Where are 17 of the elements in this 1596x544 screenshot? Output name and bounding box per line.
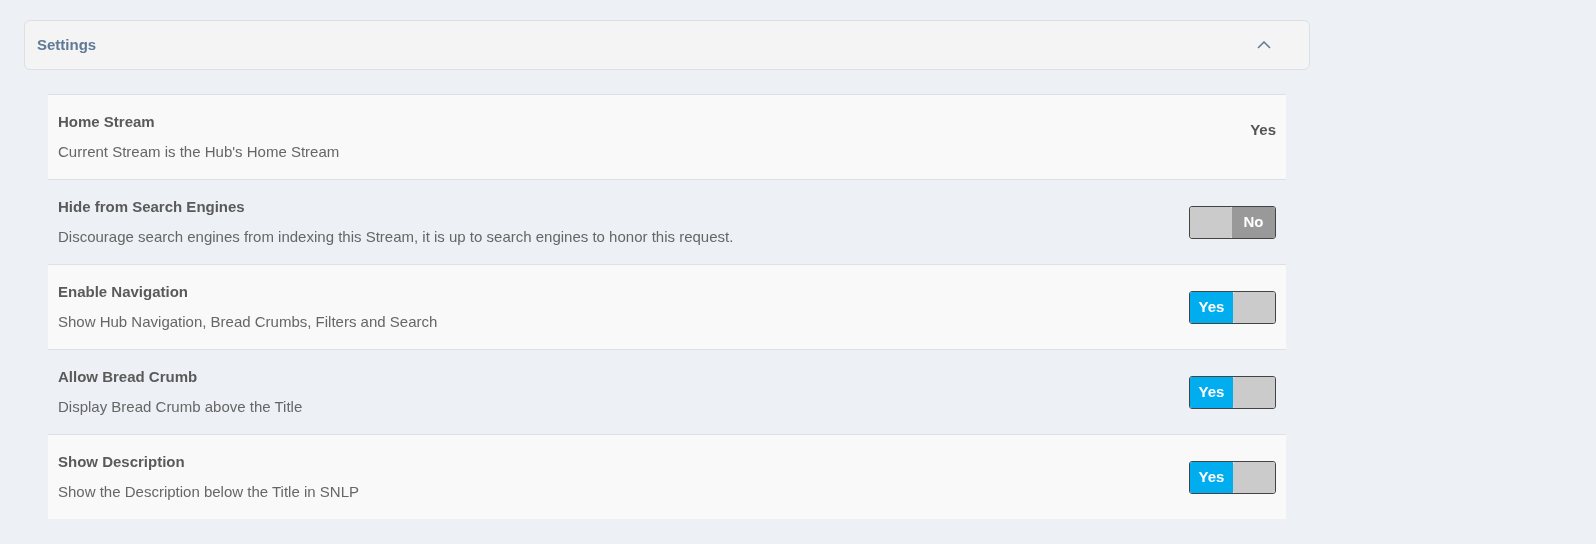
settings-panel-header[interactable]: Settings xyxy=(24,20,1310,70)
setting-label: Enable Navigation xyxy=(58,281,190,302)
setting-description: Show the Description below the Title in SNLP xyxy=(58,482,359,502)
toggle-switch[interactable]: Yes xyxy=(1189,460,1276,494)
setting-value: Yes xyxy=(1250,119,1276,140)
setting-description: Discourage search engines from indexing this Stream, it is up to search engines to honor this request. xyxy=(58,227,734,247)
toggle-switch[interactable]: No xyxy=(1189,205,1276,239)
setting-description: Current Stream is the Hub's Home Stream xyxy=(58,142,340,162)
setting-description: Show Hub Navigation, Bread Crumbs, Filters and Search xyxy=(58,312,438,332)
setting-label: Show Description xyxy=(58,451,186,472)
setting-label: Hide from Search Engines xyxy=(58,196,246,217)
toggle-switch[interactable]: Yes xyxy=(1189,375,1276,409)
setting-label: Home Stream xyxy=(58,111,156,132)
setting-description: Display Bread Crumb above the Title xyxy=(58,397,303,417)
setting-label: Allow Bread Crumb xyxy=(58,366,199,387)
toggle-switch[interactable]: Yes xyxy=(1189,290,1276,324)
panel-title: Settings xyxy=(37,34,97,55)
